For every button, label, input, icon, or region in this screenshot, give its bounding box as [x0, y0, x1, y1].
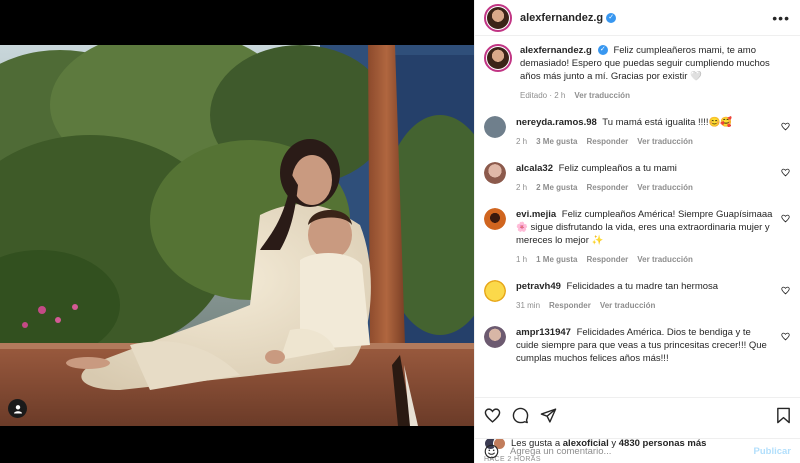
comment-item: nereyda.ramos.98 Tu mamá está igualita !… [484, 116, 790, 148]
user-icon [13, 404, 22, 413]
reply-button[interactable]: Responder [586, 181, 628, 194]
see-translation-link[interactable]: Ver traducción [637, 135, 693, 148]
see-translation-link[interactable]: Ver traducción [600, 299, 656, 312]
commenter-username[interactable]: evi.mejia [516, 209, 556, 220]
comment-like-button[interactable] [776, 280, 790, 312]
publish-button[interactable]: Publicar [754, 446, 792, 457]
save-button[interactable] [776, 407, 791, 424]
comment-like-button[interactable] [776, 326, 790, 365]
comment-icon [512, 407, 529, 424]
tagged-users-button[interactable] [8, 399, 27, 418]
commenter-avatar[interactable] [484, 208, 506, 230]
heart-icon [484, 408, 501, 423]
post-actions-bar [475, 397, 800, 433]
comment-composer: Publicar [475, 438, 800, 463]
commenter-username[interactable]: alcala32 [516, 163, 553, 174]
author-avatar[interactable] [484, 3, 512, 32]
comment-item: evi.mejia Feliz cumpleaños América! Siem… [484, 208, 790, 266]
see-translation-link[interactable]: Ver traducción [637, 253, 693, 266]
comment-likes-count[interactable]: 3 Me gusta [536, 135, 577, 148]
heart-outline-icon [781, 168, 790, 177]
comment-text: Tu mamá está igualita !!!!😊🥰 [602, 117, 733, 128]
comment-like-button[interactable] [776, 208, 790, 266]
comment-item: ampr131947 Felicidades América. Dios te … [484, 326, 790, 365]
caption-meta: Editado · 2 h Ver traducción [520, 89, 630, 102]
send-icon [540, 408, 557, 423]
post-photo[interactable] [0, 45, 474, 426]
post-header: alexfernandez.g ✓ ••• [475, 0, 800, 36]
comment-item: alcala32 Feliz cumpleaños a tu mami 2 h … [484, 162, 790, 194]
verified-badge-icon: ✓ [597, 45, 608, 56]
reply-button[interactable]: Responder [586, 135, 628, 148]
comment-likes-count[interactable]: 2 Me gusta [536, 181, 577, 194]
bookmark-icon [777, 407, 790, 424]
see-translation-link[interactable]: Ver traducción [637, 181, 693, 194]
caption-time[interactable]: 2 h [554, 91, 565, 100]
post-side-pane: alexfernandez.g ✓ ••• alexfernandez.g ✓ F… [474, 0, 800, 463]
more-options-icon[interactable]: ••• [772, 10, 790, 26]
comment-time[interactable]: 2 h [516, 181, 527, 194]
comment-likes-count[interactable]: 1 Me gusta [536, 253, 577, 266]
comment-input[interactable] [510, 445, 754, 457]
comment-text: Feliz cumpleaños a tu mami [558, 163, 677, 174]
commenter-username[interactable]: nereyda.ramos.98 [516, 117, 597, 128]
emoji-button[interactable] [484, 444, 499, 459]
comment-like-button[interactable] [776, 162, 790, 194]
comment-time[interactable]: 31 min [516, 299, 540, 312]
reply-button[interactable]: Responder [549, 299, 591, 312]
post-caption: alexfernandez.g ✓ Feliz cumpleañeros mami… [484, 44, 790, 102]
comment-time[interactable]: 1 h [516, 253, 527, 266]
edited-label: Editado [520, 91, 548, 100]
share-button[interactable] [540, 407, 557, 424]
see-translation-link[interactable]: Ver traducción [574, 89, 630, 102]
commenter-avatar[interactable] [484, 162, 506, 184]
comments-list: alexfernandez.g ✓ Feliz cumpleañeros mami… [475, 36, 800, 397]
heart-outline-icon [781, 286, 790, 295]
author-username[interactable]: alexfernandez.g [520, 12, 603, 24]
reply-button[interactable]: Responder [586, 253, 628, 266]
post-media-pane [0, 0, 474, 463]
caption-avatar[interactable] [484, 44, 512, 72]
emoji-icon [484, 444, 499, 458]
comment-like-button[interactable] [776, 116, 790, 148]
commenter-avatar[interactable] [484, 280, 506, 302]
commenter-avatar[interactable] [484, 116, 506, 138]
heart-outline-icon [781, 332, 790, 341]
like-button[interactable] [484, 407, 501, 424]
comment-time[interactable]: 2 h [516, 135, 527, 148]
commenter-username[interactable]: petravh49 [516, 281, 561, 292]
heart-outline-icon [781, 122, 790, 131]
heart-outline-icon [781, 214, 790, 223]
comment-button[interactable] [512, 407, 529, 424]
commenter-avatar[interactable] [484, 326, 506, 348]
commenter-username[interactable]: ampr131947 [516, 327, 571, 338]
caption-username[interactable]: alexfernandez.g [520, 45, 592, 56]
instagram-post-view: alexfernandez.g ✓ ••• alexfernandez.g ✓ F… [0, 0, 800, 463]
verified-badge-icon: ✓ [606, 12, 617, 23]
comment-item: petravh49 Felicidades a tu madre tan her… [484, 280, 790, 312]
comment-text: Felicidades a tu madre tan hermosa [566, 281, 719, 292]
